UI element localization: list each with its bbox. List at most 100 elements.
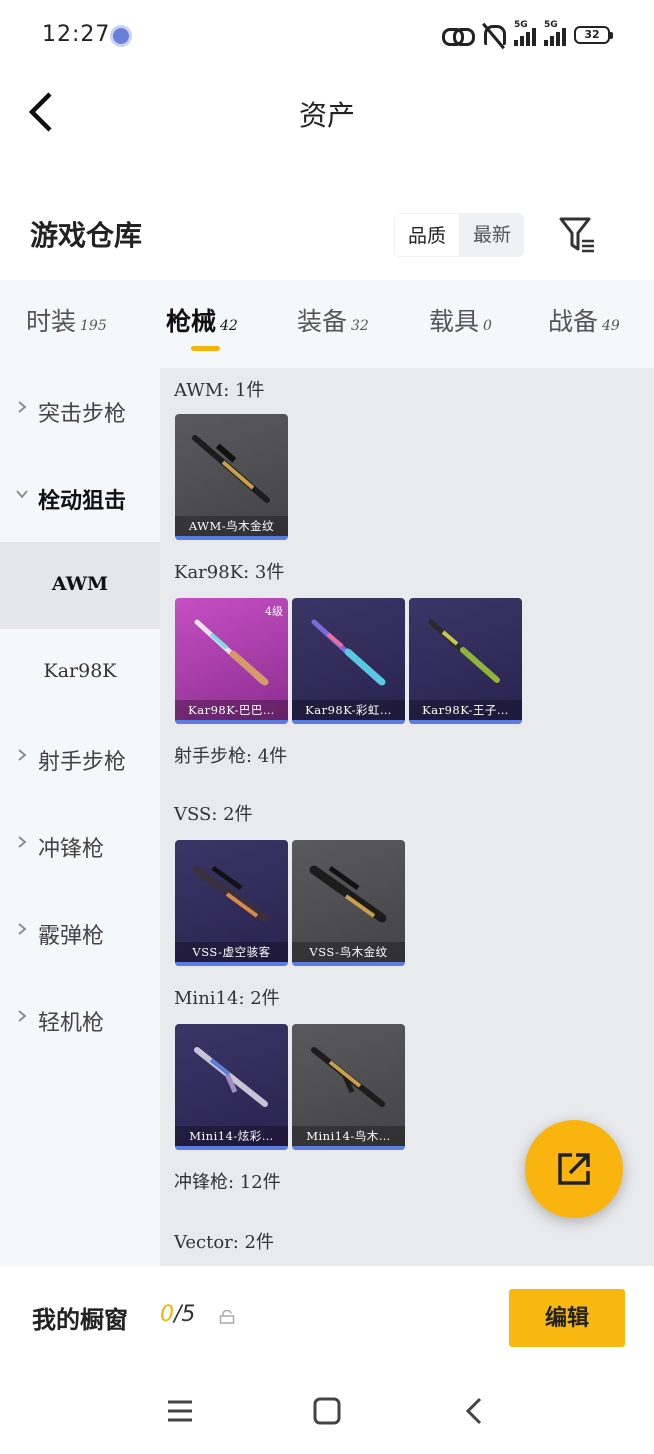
rifle-icon <box>428 619 500 685</box>
signal-icon-2: 5G <box>544 20 566 46</box>
tab-count: 0 <box>483 318 492 334</box>
share-external-icon <box>558 1153 590 1185</box>
chevron-right-icon <box>18 1010 27 1022</box>
weapon-card-vss-1[interactable]: VSS-虚空骇客 <box>175 840 288 966</box>
rarity-bar <box>175 1146 288 1150</box>
tab-label: 枪械 <box>166 307 217 336</box>
weapon-card-name: AWM-鸟木金纹 <box>175 516 288 536</box>
active-tab-indicator <box>191 346 220 351</box>
warehouse-header: 游戏仓库 品质 最新 <box>0 190 654 280</box>
tab-fashion[interactable]: 时装 195 <box>26 302 107 338</box>
showcase-label: 我的橱窗 <box>32 1305 128 1334</box>
tab-label: 装备 <box>297 307 348 336</box>
showcase-total: /5 <box>174 1302 196 1327</box>
tab-count: 42 <box>220 318 238 334</box>
sidebar-item-marksman-rifle[interactable]: 射手步枪 <box>0 716 160 803</box>
tab-count: 195 <box>80 318 107 334</box>
sidebar-item-label: 轻机枪 <box>38 1011 105 1036</box>
rifle-icon <box>194 619 269 686</box>
filter-button[interactable] <box>558 215 598 255</box>
share-fab-button[interactable] <box>525 1120 623 1218</box>
nav-back-button[interactable] <box>458 1394 492 1428</box>
link-icon <box>442 24 475 46</box>
sidebar-item-label: Kar98K <box>43 660 117 682</box>
status-time: 12:27 <box>42 22 111 47</box>
bell-muted-icon <box>480 22 506 48</box>
rifle-icon <box>194 1047 268 1107</box>
sidebar-item-smg[interactable]: 冲锋枪 <box>0 803 160 890</box>
home-icon <box>313 1397 341 1425</box>
rarity-bar <box>175 720 288 724</box>
rarity-bar <box>292 720 405 724</box>
sidebar-item-label: AWM <box>51 573 109 595</box>
group-label-smg: 冲锋枪: 12件 <box>174 1172 281 1193</box>
weapon-card-awm-gold[interactable]: AWM-鸟木金纹 <box>175 414 288 540</box>
sidebar-item-label: 霰弹枪 <box>38 924 105 949</box>
sort-toggle: 品质 最新 <box>394 213 524 257</box>
sort-newest-button[interactable]: 最新 <box>460 213 524 257</box>
rifle-icon <box>311 1047 385 1107</box>
lock-icon <box>219 1310 235 1324</box>
nav-home-button[interactable] <box>310 1394 344 1428</box>
dmr-icon <box>193 865 269 922</box>
edit-showcase-button[interactable]: 编辑 <box>509 1289 625 1347</box>
group-label-awm: AWM: 1件 <box>174 380 265 401</box>
category-tabs: 时装 195 枪械 42 装备 32 载具 0 战备 49 <box>0 280 654 368</box>
showcase-bar: 我的橱窗 0/5 编辑 <box>0 1266 654 1372</box>
sidebar-item-shotgun[interactable]: 霰弹枪 <box>0 890 160 977</box>
sniper-rifle-icon <box>192 435 270 503</box>
weapon-card-vss-2[interactable]: VSS-鸟木金纹 <box>292 840 405 966</box>
showcase-count: 0/5 <box>160 1302 195 1327</box>
status-bar: 12:27 5G 5G 32 <box>0 0 654 72</box>
rarity-bar <box>292 1146 405 1150</box>
weapon-type-sidebar: 突击步枪 栓动狙击 AWM Kar98K 射手步枪 冲锋枪 霰弹枪 轻机枪 <box>0 368 160 1266</box>
warehouse-title: 游戏仓库 <box>30 219 143 252</box>
weapon-card-mini14-1[interactable]: Mini14-炫彩… <box>175 1024 288 1150</box>
weapon-card-mini14-2[interactable]: Mini14-鸟木… <box>292 1024 405 1150</box>
weapon-card-name: Mini14-炫彩… <box>175 1126 288 1146</box>
sidebar-item-assault-rifle[interactable]: 突击步枪 <box>0 368 160 455</box>
weapon-card-name: Kar98K-巴巴… <box>175 700 288 720</box>
chevron-right-icon <box>18 749 27 761</box>
rifle-icon <box>311 619 386 686</box>
sidebar-item-lmg[interactable]: 轻机枪 <box>0 977 160 1064</box>
tab-supplies[interactable]: 战备 49 <box>548 302 620 338</box>
showcase-current: 0 <box>160 1302 174 1327</box>
tab-count: 32 <box>351 318 369 334</box>
tab-weapons[interactable]: 枪械 42 <box>166 302 238 338</box>
tab-label: 时装 <box>26 307 77 336</box>
sidebar-item-label: 射手步枪 <box>38 750 127 775</box>
weapon-card-kar98k-1[interactable]: 4级 Kar98K-巴巴… <box>175 598 288 724</box>
weapon-card-name: Kar98K-王子… <box>409 700 522 720</box>
group-label-kar98k: Kar98K: 3件 <box>174 562 285 583</box>
chevron-right-icon <box>18 836 27 848</box>
rarity-bar <box>175 962 288 966</box>
page-title: 资产 <box>298 99 355 132</box>
sidebar-subitem-awm[interactable]: AWM <box>0 542 160 629</box>
weapon-card-name: VSS-鸟木金纹 <box>292 942 405 962</box>
tab-vehicles[interactable]: 载具 0 <box>429 302 492 338</box>
title-bar: 资产 <box>0 72 654 154</box>
tab-equipment[interactable]: 装备 32 <box>297 302 369 338</box>
back-icon <box>465 1397 482 1425</box>
signal-icon: 5G <box>514 20 536 46</box>
tab-count: 49 <box>602 318 620 334</box>
sort-quality-button[interactable]: 品质 <box>394 213 460 257</box>
network-label: 5G <box>514 20 528 30</box>
battery-icon: 32 <box>574 26 613 44</box>
filter-icon <box>559 217 594 253</box>
weapon-card-name: VSS-虚空骇客 <box>175 942 288 962</box>
weapon-card-kar98k-2[interactable]: Kar98K-彩虹… <box>292 598 405 724</box>
weapon-card-kar98k-3[interactable]: Kar98K-王子… <box>409 598 522 724</box>
level-badge: 4级 <box>265 605 283 618</box>
status-indicators: 5G 5G 32 <box>442 20 613 50</box>
sidebar-item-label: 突击步枪 <box>38 402 127 427</box>
sidebar-item-bolt-sniper[interactable]: 栓动狙击 <box>0 455 160 542</box>
rarity-bar <box>175 536 288 540</box>
nav-menu-button[interactable] <box>163 1394 197 1428</box>
group-label-mini14: Mini14: 2件 <box>174 988 280 1009</box>
tab-label: 战备 <box>548 307 599 336</box>
sidebar-subitem-kar98k[interactable]: Kar98K <box>0 629 160 716</box>
weapon-card-name: Kar98K-彩虹… <box>292 700 405 720</box>
dmr-icon <box>309 865 387 923</box>
